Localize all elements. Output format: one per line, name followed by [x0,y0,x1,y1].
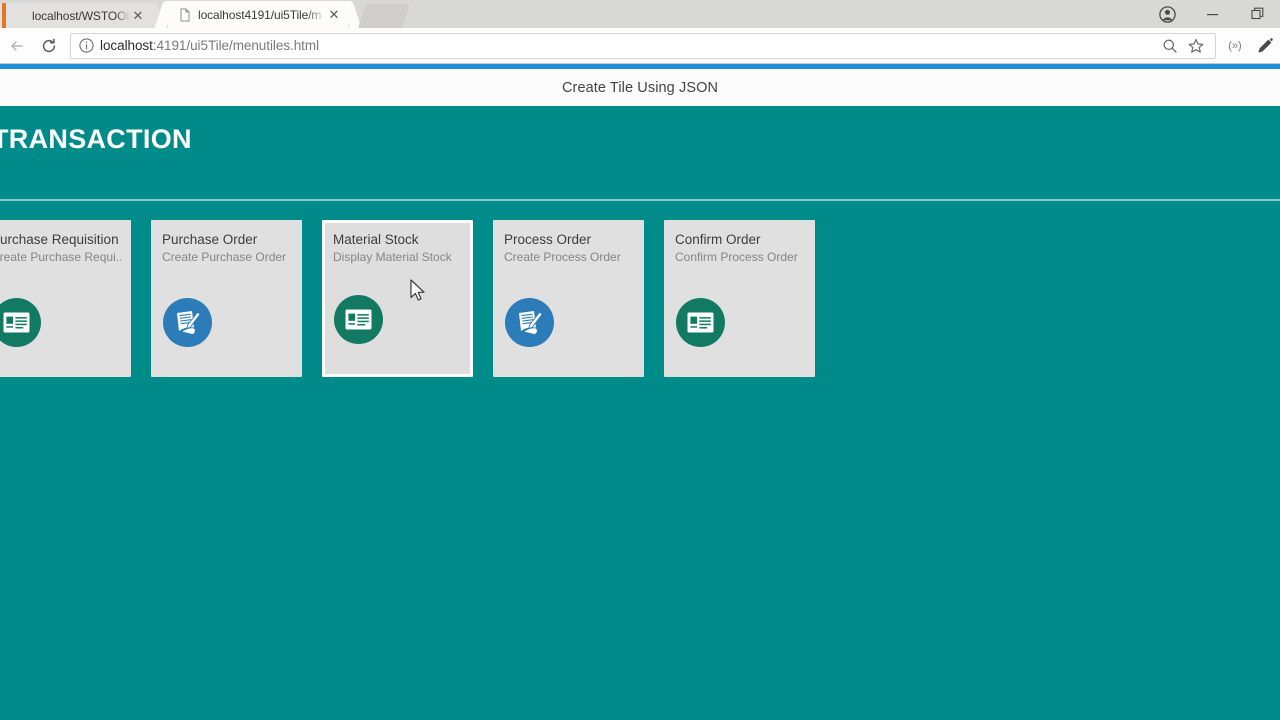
tab-accent-stripe [2,3,6,28]
profile-avatar-icon[interactable] [1145,0,1190,28]
new-tab-button[interactable] [358,4,410,28]
tile-group-header: TRANSACTION [0,124,1280,170]
tile-material-stock[interactable]: Material Stock Display Material Stock [322,220,473,377]
tile-subtitle: Confirm Process Order [675,250,798,264]
browser-tab-2[interactable]: localhost4191/ui5Tile/m ✕ [168,1,348,28]
tile-title: Confirm Order [675,232,761,247]
tile-title: Process Order [504,232,592,247]
page-document-favicon-icon [12,9,26,23]
browser-toolbar: localhost:4191/ui5Tile/menutiles.html (»… [0,28,1280,64]
page-info-icon[interactable] [77,37,95,55]
address-bar-url: localhost:4191/ui5Tile/menutiles.html [100,38,319,53]
page-document-favicon-icon [178,8,192,22]
tile-title: Purchase Order [162,232,258,247]
browser-title-bar: localhost/WSTOOL/Serv ✕ localhost4191/ui… [0,0,1280,28]
window-controls [1145,0,1280,28]
browser-tab-2-title: localhost4191/ui5Tile/m [198,7,322,22]
tile-shell: TRANSACTION Purchase Requisition Create … [0,106,1280,720]
close-icon[interactable]: ✕ [130,8,146,24]
tile-purchase-order[interactable]: Purchase Order Create Purchase Order [151,220,302,377]
tile-strip: Purchase Requisition Create Purchase Req… [0,220,835,377]
app-header: Create Tile Using JSON [0,69,1280,106]
group-divider [0,199,1280,201]
tile-subtitle: Create Purchase Order [162,250,287,264]
document-pen-icon [505,298,554,347]
tile-purchase-requisition[interactable]: Purchase Requisition Create Purchase Req… [0,220,131,377]
tile-subtitle: Create Process Order [504,250,621,264]
browser-tab-strip: localhost/WSTOOL/Serv ✕ localhost4191/ui… [0,0,1100,28]
url-host: localhost [100,38,153,53]
browser-tab-1-title: localhost/WSTOOL/Serv [32,8,130,23]
tile-subtitle: Display Material Stock [333,250,452,264]
close-icon[interactable]: ✕ [326,7,342,23]
id-card-icon [676,298,725,347]
page-viewport: Create Tile Using JSON TRANSACTION Purch… [0,69,1280,720]
tile-process-order[interactable]: Process Order Create Process Order [493,220,644,377]
id-card-icon [0,298,41,347]
browser-tab-1[interactable]: localhost/WSTOOL/Serv ✕ [2,3,152,28]
tile-subtitle: Create Purchase Requi... [0,250,121,264]
url-path: :4191/ui5Tile/menutiles.html [152,38,320,53]
tile-group-title: TRANSACTION [0,124,192,154]
magnifier-icon[interactable] [1157,33,1183,59]
maximize-button[interactable] [1235,0,1280,28]
minimize-button[interactable] [1190,0,1235,28]
back-arrow-icon[interactable] [2,31,32,61]
reload-icon[interactable] [34,31,64,61]
id-card-icon [334,295,383,344]
tile-title: Material Stock [333,232,419,247]
address-bar[interactable]: localhost:4191/ui5Tile/menutiles.html [70,32,1216,59]
comet-extension-icon[interactable] [1250,31,1280,61]
extension-one-label: (») [1228,39,1242,52]
star-icon[interactable] [1183,33,1209,59]
document-pen-icon [163,298,212,347]
tile-title: Purchase Requisition [0,232,119,247]
extension-one-icon[interactable]: (») [1220,31,1250,61]
tile-confirm-order[interactable]: Confirm Order Confirm Process Order [664,220,815,377]
page-title: Create Tile Using JSON [561,79,719,96]
